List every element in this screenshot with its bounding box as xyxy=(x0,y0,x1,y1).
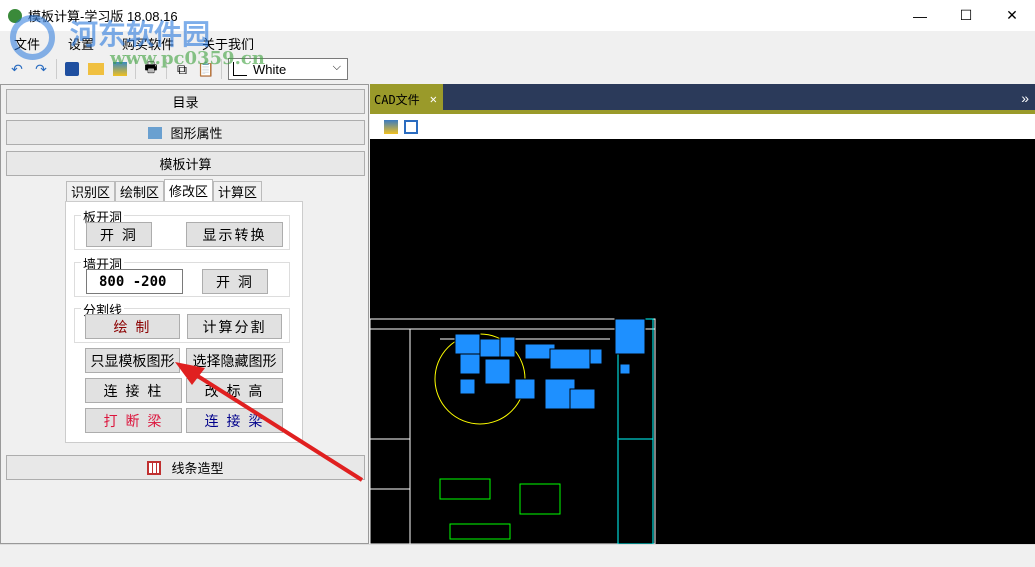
layout-icon[interactable] xyxy=(404,119,418,134)
cad-canvas[interactable] xyxy=(370,139,1035,544)
app-icon xyxy=(8,8,22,23)
shape-props-bar[interactable]: 图形属性 xyxy=(6,120,365,145)
connect-beam-button[interactable]: 连 接 梁 xyxy=(186,408,283,433)
color-select-value: White xyxy=(253,61,287,77)
minimize-button[interactable]: — xyxy=(897,0,943,31)
catalog-bar[interactable]: 目录 xyxy=(6,89,365,114)
load-image-icon[interactable] xyxy=(384,119,398,134)
status-bar xyxy=(0,544,1035,567)
tab-recognize[interactable]: 识别区 xyxy=(66,181,116,201)
tab-draw[interactable]: 绘制区 xyxy=(115,181,165,201)
select-hidden-button[interactable]: 选择隐藏图形 xyxy=(186,348,283,373)
properties-icon xyxy=(148,126,163,139)
tab-label: CAD文件 xyxy=(374,92,420,107)
display-toggle-button[interactable]: 显示转换 xyxy=(186,222,283,247)
tab-calc[interactable]: 计算区 xyxy=(213,181,263,201)
tabs: 识别区 绘制区 修改区 计算区 xyxy=(66,179,263,201)
paste-icon[interactable]: 📋 xyxy=(197,60,215,78)
menu-buy[interactable]: 购买软件 xyxy=(122,34,174,53)
template-calc-bar[interactable]: 模板计算 xyxy=(6,151,365,176)
image-icon[interactable] xyxy=(111,60,129,78)
grid-icon xyxy=(147,460,162,475)
save-icon[interactable] xyxy=(63,60,81,78)
break-beam-button[interactable]: 打 断 梁 xyxy=(85,408,182,433)
line-model-bar[interactable]: 线条造型 xyxy=(6,455,365,480)
menu-file[interactable]: 文件 xyxy=(14,34,40,53)
chevron-down-icon: ⌵ xyxy=(332,61,341,73)
print-icon[interactable]: 🖶 xyxy=(142,59,160,78)
undo-icon[interactable]: ↶ xyxy=(8,60,26,78)
cad-panel: CAD文件 ✕ » xyxy=(370,84,1035,544)
template-shapes xyxy=(454,318,646,410)
title-bar: 模板计算-学习版 18.08.16 — ☐ ✕ xyxy=(0,0,1035,31)
expand-icon[interactable]: » xyxy=(1021,90,1029,106)
tab-modify[interactable]: 修改区 xyxy=(164,179,214,201)
close-tab-icon[interactable]: ✕ xyxy=(430,92,437,106)
wall-opening-input[interactable]: 800 -200 xyxy=(86,269,183,294)
window-title: 模板计算-学习版 18.08.16 xyxy=(28,9,178,24)
shape-props-label: 图形属性 xyxy=(170,126,223,141)
modify-panel: 板开洞 开 洞 显示转换 墙开洞 800 -200 开 洞 分割线 绘 制 计算… xyxy=(65,201,303,443)
open-folder-icon[interactable] xyxy=(87,60,105,78)
line-model-label: 线条造型 xyxy=(171,461,224,476)
cad-toolbar xyxy=(370,114,1035,139)
tab-cad-file[interactable]: CAD文件 ✕ xyxy=(370,84,443,114)
left-panel: 目录 图形属性 模板计算 识别区 绘制区 修改区 计算区 板开洞 开 洞 显示转… xyxy=(0,84,369,544)
maximize-button[interactable]: ☐ xyxy=(943,0,989,31)
calc-split-button[interactable]: 计算分割 xyxy=(187,314,282,339)
show-template-only-button[interactable]: 只显模板图形 xyxy=(85,348,180,373)
change-elevation-button[interactable]: 改 标 高 xyxy=(186,378,283,403)
menu-bar: 文件 设置 购买软件 关于我们 xyxy=(0,31,1035,55)
slab-open-button[interactable]: 开 洞 xyxy=(86,222,152,247)
cad-tab-strip: CAD文件 ✕ » xyxy=(370,84,1035,114)
connect-column-button[interactable]: 连 接 柱 xyxy=(85,378,182,403)
draw-button[interactable]: 绘 制 xyxy=(85,314,180,339)
close-button[interactable]: ✕ xyxy=(989,0,1035,31)
menu-about[interactable]: 关于我们 xyxy=(202,34,254,53)
toolbar: ↶ ↷ 🖶 ⧉ 📋 White ⌵ xyxy=(0,55,1035,83)
color-select[interactable]: White ⌵ xyxy=(228,58,348,80)
menu-settings[interactable]: 设置 xyxy=(68,34,94,53)
wall-open-button[interactable]: 开 洞 xyxy=(202,269,268,294)
redo-icon[interactable]: ↷ xyxy=(32,60,50,78)
copy-icon[interactable]: ⧉ xyxy=(173,60,191,78)
